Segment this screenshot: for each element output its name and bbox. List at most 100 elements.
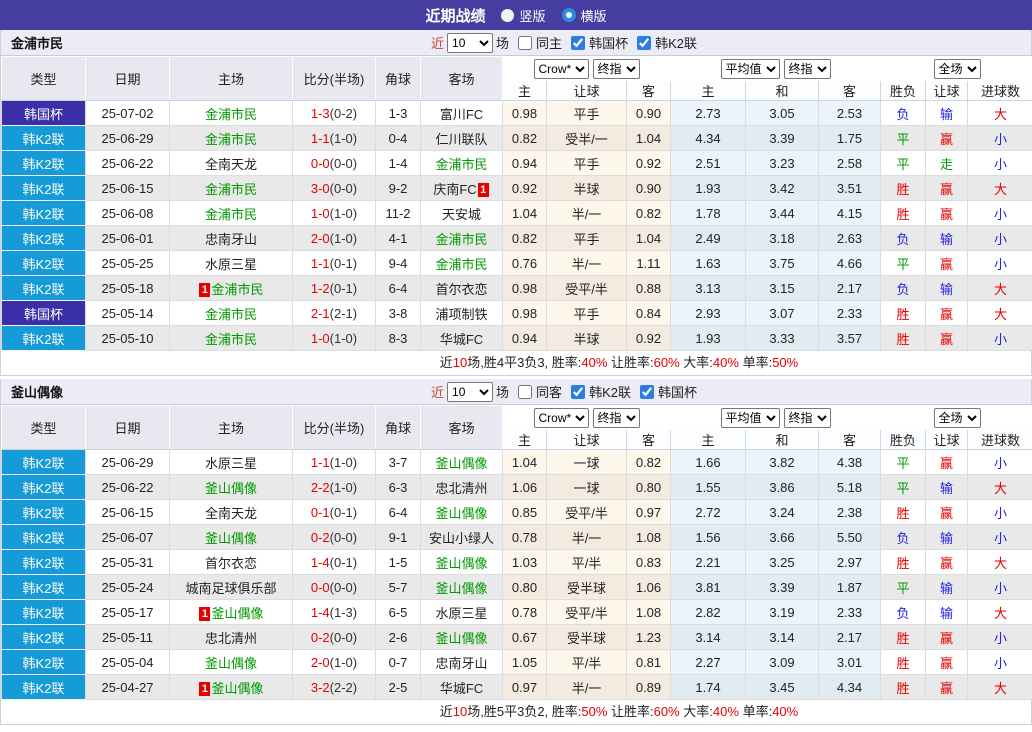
halftime-score: (2-1)	[330, 306, 357, 321]
league-filter-label: 韩国杯	[658, 382, 697, 401]
away-team-name: 忠南牙山	[435, 656, 487, 671]
games-count-select[interactable]: 10	[447, 382, 493, 402]
col-res-handicap: 让球	[926, 430, 968, 450]
result-cell: 小	[968, 625, 1032, 650]
result-cell: 输	[926, 226, 968, 251]
radio-on-icon	[562, 8, 576, 22]
odds-cell: 0.67	[503, 625, 547, 650]
league-filter-checkbox[interactable]	[640, 385, 654, 399]
layout-horizontal-radio[interactable]: 横版	[562, 6, 607, 25]
match-scope-select[interactable]: 全场	[934, 408, 981, 428]
odds-cell: 一球	[547, 475, 627, 500]
odds-company-select[interactable]: Crow*	[534, 408, 589, 428]
avg-final-select[interactable]: 终指	[784, 59, 831, 79]
corner-cell: 9-4	[376, 251, 421, 276]
summary-segment: 近	[440, 355, 453, 370]
home-team-cell: 全南天龙	[170, 151, 293, 176]
match-date: 25-05-10	[86, 326, 170, 351]
odds-cell: 半球	[547, 326, 627, 351]
odds-cell: 受半球	[547, 575, 627, 600]
match-date: 25-06-22	[86, 151, 170, 176]
result-cell: 平	[881, 450, 926, 475]
col-away: 客场	[421, 57, 503, 101]
same-venue-checkbox[interactable]	[518, 36, 532, 50]
avg-company-select[interactable]: 平均值	[721, 59, 780, 79]
same-venue-checkbox[interactable]	[518, 385, 532, 399]
league-type-badge: 韩K2联	[2, 201, 86, 226]
odds-cell: 1.11	[627, 251, 671, 276]
result-cell: 赢	[926, 251, 968, 276]
league-type-badge: 韩K2联	[2, 251, 86, 276]
summary-segment: 让胜率:	[607, 355, 653, 370]
avg-odds-cell: 3.07	[746, 301, 819, 326]
col-odds-away: 客	[627, 430, 671, 450]
result-cell: 大	[968, 675, 1032, 700]
home-team-cell: 釜山偶像	[170, 650, 293, 675]
summary-segment: 场,胜5平3负2, 胜率:	[467, 704, 581, 719]
score-cell: 2-1(2-1)	[293, 301, 376, 326]
odds-final-select[interactable]: 终指	[593, 59, 640, 79]
odds-cell: 0.90	[627, 176, 671, 201]
team-name: 金浦市民	[11, 33, 63, 52]
league-filter-checkbox[interactable]	[571, 36, 585, 50]
result-cell: 大	[968, 475, 1032, 500]
match-scope-select[interactable]: 全场	[934, 59, 981, 79]
result-cell: 胜	[881, 675, 926, 700]
result-cell: 胜	[881, 326, 926, 351]
avg-odds-cell: 3.39	[746, 126, 819, 151]
odds-company-select[interactable]: Crow*	[534, 59, 589, 79]
col-avg-home: 主	[671, 430, 746, 450]
col-date: 日期	[86, 406, 170, 450]
avg-odds-cell: 2.72	[671, 500, 746, 525]
avg-odds-cell: 3.13	[671, 276, 746, 301]
match-date: 25-06-01	[86, 226, 170, 251]
odds-final-select[interactable]: 终指	[593, 408, 640, 428]
result-cell: 胜	[881, 176, 926, 201]
match-row: 韩K2联25-06-15金浦市民3-0(0-0)9-2庆南FC10.92半球0.…	[2, 176, 1032, 201]
layout-vertical-radio[interactable]: 竖版	[501, 6, 545, 25]
odds-cell: 0.97	[627, 500, 671, 525]
match-row: 韩K2联25-05-11忠北清州0-2(0-0)2-6釜山偶像0.67受半球1.…	[2, 625, 1032, 650]
home-team-name: 釜山偶像	[205, 531, 257, 546]
result-cell: 小	[968, 575, 1032, 600]
away-team-name: 釜山偶像	[435, 456, 487, 471]
avg-company-select[interactable]: 平均值	[721, 408, 780, 428]
away-team-name: 釜山偶像	[435, 506, 487, 521]
result-cell: 大	[968, 600, 1032, 625]
halftime-score: (1-0)	[330, 231, 357, 246]
avg-odds-cell: 1.56	[671, 525, 746, 550]
away-team-cell: 釜山偶像	[421, 550, 503, 575]
result-cell: 大	[968, 301, 1032, 326]
odds-cell: 0.76	[503, 251, 547, 276]
col-res-outcome: 胜负	[881, 430, 926, 450]
games-count-select[interactable]: 10	[447, 33, 493, 53]
corner-cell: 0-4	[376, 126, 421, 151]
red-card-badge: 1	[199, 607, 210, 621]
home-team-name: 金浦市民	[205, 132, 257, 147]
corner-cell: 6-3	[376, 475, 421, 500]
avg-odds-cell: 3.19	[746, 600, 819, 625]
league-type-badge: 韩K2联	[2, 126, 86, 151]
away-team-cell: 水原三星	[421, 600, 503, 625]
avg-odds-cell: 3.25	[746, 550, 819, 575]
avg-final-select[interactable]: 终指	[784, 408, 831, 428]
home-team-name: 首尔衣恋	[205, 556, 257, 571]
col-date: 日期	[86, 57, 170, 101]
odds-cell: 平手	[547, 226, 627, 251]
match-row: 韩K2联25-06-22全南天龙0-0(0-0)1-4金浦市民0.94平手0.9…	[2, 151, 1032, 176]
league-filter-checkbox[interactable]	[571, 385, 585, 399]
away-team-name: 天安城	[442, 207, 481, 222]
league-type-badge: 韩K2联	[2, 500, 86, 525]
match-date: 25-06-29	[86, 126, 170, 151]
league-type-badge: 韩K2联	[2, 276, 86, 301]
odds-cell: 0.82	[503, 126, 547, 151]
odds-cell: 受平/半	[547, 276, 627, 301]
score-cell: 1-1(0-1)	[293, 251, 376, 276]
result-cell: 胜	[881, 550, 926, 575]
fulltime-score: 1-1	[311, 131, 330, 146]
near-label: 近	[431, 382, 444, 401]
score-cell: 1-0(1-0)	[293, 326, 376, 351]
home-team-cell: 首尔衣恋	[170, 550, 293, 575]
odds-cell: 1.04	[627, 226, 671, 251]
league-filter-checkbox[interactable]	[637, 36, 651, 50]
